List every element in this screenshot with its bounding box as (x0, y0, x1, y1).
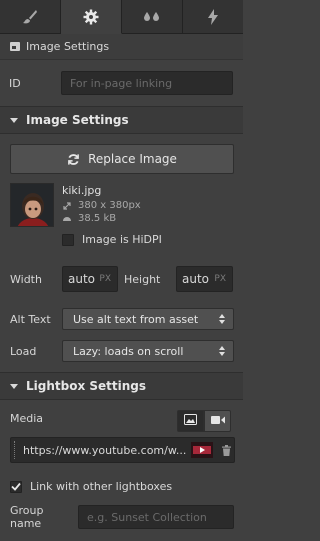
gear-icon (83, 9, 99, 25)
group-name-label: Group name (10, 504, 44, 530)
image-file-size: 38.5 kB (78, 213, 117, 224)
tab-style[interactable] (0, 0, 61, 34)
tab-effects[interactable] (183, 0, 243, 34)
tab-interactions[interactable] (122, 0, 183, 34)
image-settings-header[interactable]: Image Settings (0, 106, 243, 134)
width-input[interactable]: auto PX (62, 266, 118, 292)
id-input[interactable]: For in-page linking (61, 71, 233, 95)
height-value: auto (182, 272, 210, 286)
alt-text-row: Alt Text Use alt text from asset (10, 308, 235, 330)
lightbox-settings-title: Lightbox Settings (26, 379, 147, 393)
gauge-icon (62, 215, 72, 222)
media-type-toggle (177, 410, 231, 432)
hidpi-label: Image is HiDPI (82, 233, 162, 246)
media-video-button[interactable] (204, 410, 231, 432)
width-value: auto (68, 272, 96, 286)
resize-icon (62, 201, 72, 210)
height-label: Height (124, 272, 161, 286)
alt-text-value: Use alt text from asset (73, 312, 199, 326)
replace-image-label: Replace Image (88, 152, 177, 166)
load-label: Load (10, 344, 37, 358)
hidpi-checkbox[interactable] (62, 233, 74, 246)
refresh-icon (67, 153, 80, 166)
group-name-input[interactable]: e.g. Sunset Collection (78, 505, 234, 529)
id-label: ID (9, 76, 21, 90)
brush-icon (22, 9, 38, 25)
video-thumbnail (191, 442, 213, 458)
checkmark-icon (11, 482, 21, 491)
media-url: https://www.youtube.com/w... (23, 443, 187, 457)
height-input[interactable]: auto PX (176, 266, 233, 292)
alt-text-label: Alt Text (10, 312, 51, 326)
link-lightboxes-checkbox[interactable] (10, 480, 22, 493)
width-label: Width (10, 272, 42, 286)
image-info: kiki.jpg 380 x 380px 38.5 kB (62, 184, 141, 224)
lightbox-settings-header[interactable]: Lightbox Settings (0, 372, 243, 400)
id-placeholder: For in-page linking (70, 76, 173, 90)
image-settings-title: Image Settings (26, 113, 129, 127)
id-row: ID For in-page linking (0, 70, 243, 96)
drag-handle-icon[interactable] (14, 441, 16, 459)
media-image-button[interactable] (177, 410, 204, 432)
media-label: Media (10, 412, 44, 425)
load-row: Load Lazy: loads on scroll (10, 340, 235, 362)
image-icon (10, 42, 20, 51)
file-name: kiki.jpg (62, 184, 102, 197)
alt-text-select[interactable]: Use alt text from asset (62, 308, 234, 330)
trash-icon[interactable] (222, 444, 231, 456)
link-lightboxes-label: Link with other lightboxes (30, 480, 173, 493)
video-icon (210, 415, 225, 428)
selected-element-label: Image Settings (26, 40, 110, 53)
panel-tabs (0, 0, 243, 34)
drops-icon (143, 9, 161, 25)
height-unit[interactable]: PX (214, 274, 226, 284)
hidpi-row: Image is HiDPI (62, 233, 162, 246)
width-unit[interactable]: PX (99, 274, 111, 284)
media-item[interactable]: https://www.youtube.com/w... (10, 437, 235, 463)
image-icon (184, 414, 197, 428)
group-name-row: Group name e.g. Sunset Collection (10, 504, 235, 530)
load-select[interactable]: Lazy: loads on scroll (62, 340, 234, 362)
link-lightboxes-row: Link with other lightboxes (10, 480, 172, 493)
select-arrows-icon (219, 314, 225, 324)
load-value: Lazy: loads on scroll (73, 344, 184, 358)
filesize-row: 38.5 kB (62, 213, 141, 224)
selected-element-bar: Image Settings (0, 34, 243, 60)
lightning-icon (206, 8, 220, 25)
select-arrows-icon (219, 346, 225, 356)
group-name-placeholder: e.g. Sunset Collection (87, 510, 207, 524)
size-row: Width auto PX Height auto PX (10, 266, 235, 292)
tab-settings[interactable] (61, 0, 122, 34)
caret-down-icon (10, 383, 18, 389)
image-thumbnail[interactable] (10, 183, 54, 227)
dimensions-row: 380 x 380px (62, 200, 141, 211)
image-dimensions: 380 x 380px (78, 200, 141, 211)
caret-down-icon (10, 117, 18, 123)
replace-image-button[interactable]: Replace Image (10, 144, 234, 174)
